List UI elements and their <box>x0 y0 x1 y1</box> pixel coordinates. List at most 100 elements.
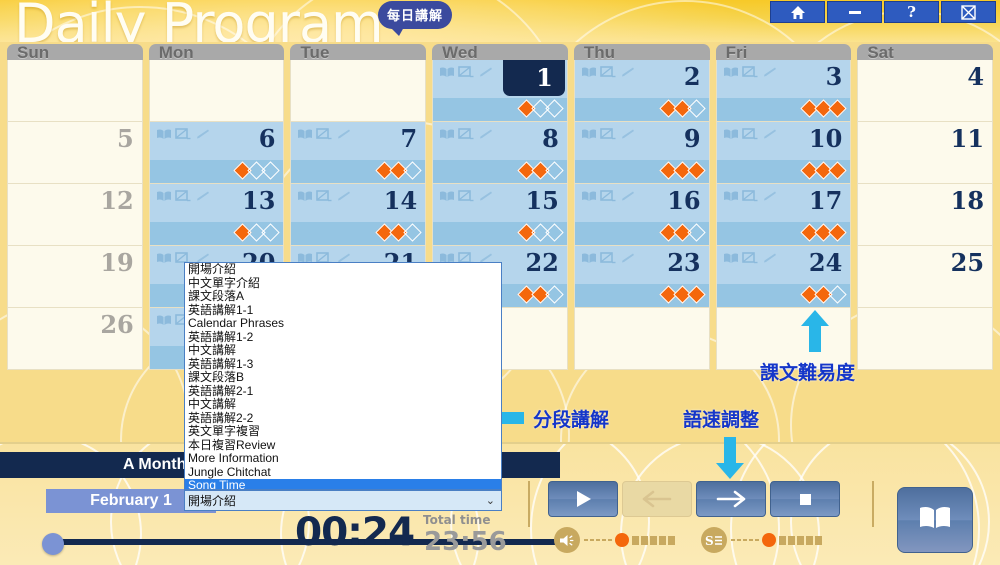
pencil-icon <box>477 66 493 78</box>
dropdown-item[interactable]: More Information <box>185 451 501 466</box>
volume-track[interactable] <box>584 533 675 547</box>
next-button[interactable] <box>696 481 766 517</box>
day-number: 22 <box>525 248 559 277</box>
day-content-icons <box>297 128 351 140</box>
day-number: 23 <box>667 248 701 277</box>
dropdown-item[interactable]: 中文講解 <box>185 397 501 412</box>
picture-icon <box>741 128 758 140</box>
annotation-difficulty: 課文難易度 <box>760 362 856 384</box>
calendar-header-sun: Sun <box>7 44 143 61</box>
difficulty-diamond <box>261 161 281 180</box>
calendar-day-empty <box>290 60 427 122</box>
calendar-day-6[interactable]: 6 <box>148 122 285 184</box>
calendar-day-headers: Sun Mon Tue Wed Thu Fri Sat <box>0 42 1000 61</box>
dropdown-item[interactable]: 英語講解2-1 <box>185 384 501 399</box>
previous-button[interactable] <box>622 481 692 517</box>
picture-icon <box>458 128 474 140</box>
segment-dropdown-combo[interactable]: 開場介紹 ⌄ <box>184 490 502 511</box>
help-button[interactable]: ? <box>884 1 939 23</box>
calendar-day-1[interactable]: 1 <box>432 60 568 122</box>
picture-icon <box>174 190 191 202</box>
calendar-day-8[interactable]: 8 <box>432 122 568 184</box>
calendar-day-24[interactable]: 24 <box>715 246 852 308</box>
dropdown-item[interactable]: 英語講解1-2 <box>185 330 501 345</box>
book-icon <box>156 190 172 202</box>
difficulty-diamond <box>545 99 564 118</box>
day-number: 14 <box>383 186 418 215</box>
pencil-icon <box>194 128 210 140</box>
minimize-button[interactable] <box>827 1 882 23</box>
day-content-icons <box>156 128 210 140</box>
dropdown-item[interactable]: 英語講解1-3 <box>185 357 501 372</box>
difficulty-indicator <box>800 285 848 304</box>
calendar-day-7[interactable]: 7 <box>290 122 427 184</box>
calendar-day-10[interactable]: 10 <box>715 122 852 184</box>
book-icon <box>439 190 455 202</box>
book-button[interactable] <box>897 487 973 553</box>
home-button[interactable] <box>770 1 825 23</box>
difficulty-diamond <box>686 99 706 118</box>
calendar-day-14[interactable]: 14 <box>290 184 427 246</box>
calendar-day-15[interactable]: 15 <box>432 184 568 246</box>
speed-slider[interactable]: S <box>701 527 822 553</box>
dropdown-item[interactable]: 本日複習Review <box>185 438 501 453</box>
picture-icon <box>600 190 616 202</box>
close-button[interactable] <box>941 1 996 23</box>
calendar-day-4: 4 <box>857 60 994 122</box>
seek-knob[interactable] <box>42 533 64 555</box>
difficulty-indicator <box>517 161 564 180</box>
selected-day-highlight <box>502 60 565 96</box>
day-content-icons <box>581 128 635 140</box>
day-number: 13 <box>242 186 276 215</box>
dropdown-item[interactable]: 課文段落B <box>185 370 501 385</box>
stop-button[interactable] <box>770 481 840 517</box>
day-content-icons <box>723 190 777 202</box>
difficulty-indicator <box>375 161 422 180</box>
day-content-icons <box>439 128 493 140</box>
difficulty-diamond <box>828 285 848 304</box>
calendar-day-17[interactable]: 17 <box>715 184 852 246</box>
arrow-right-icon <box>716 489 746 509</box>
difficulty-diamond <box>686 285 706 304</box>
calendar-day-13[interactable]: 13 <box>148 184 285 246</box>
speed-icon: S <box>701 527 727 553</box>
picture-icon <box>458 66 474 78</box>
segment-dropdown-list[interactable]: 開場介紹 中文單字介紹 課文段落A 英語講解1-1 Calendar Phrases 英語… <box>184 262 502 490</box>
play-button[interactable] <box>548 481 618 517</box>
picture-icon <box>600 66 616 78</box>
dropdown-item[interactable]: 中文單字介紹 <box>185 276 501 291</box>
calendar-day-2[interactable]: 2 <box>573 60 710 122</box>
book-icon <box>156 314 172 326</box>
book-icon <box>723 190 739 202</box>
picture-icon <box>174 128 191 140</box>
dropdown-item[interactable]: 英語講解2-2 <box>185 411 501 426</box>
dropdown-item[interactable]: 課文段落A <box>185 289 501 304</box>
picture-icon <box>316 128 332 140</box>
dropdown-item[interactable]: Song Time <box>185 478 501 489</box>
day-content-icons <box>581 252 635 264</box>
calendar-day-3[interactable]: 3 <box>715 60 852 122</box>
dropdown-item[interactable]: Calendar Phrases <box>185 316 501 331</box>
dropdown-item[interactable]: 英語講解1-1 <box>185 303 501 318</box>
difficulty-diamond <box>403 161 422 180</box>
difficulty-indicator <box>658 285 706 304</box>
dropdown-item[interactable]: Jungle Chitchat <box>185 465 501 480</box>
volume-knob[interactable] <box>615 533 629 547</box>
volume-slider[interactable] <box>554 527 675 553</box>
dropdown-item[interactable]: 英文單字複習 <box>185 424 501 439</box>
calendar-day-9[interactable]: 9 <box>573 122 710 184</box>
daily-lecture-badge: 每日講解 <box>378 1 453 36</box>
difficulty-indicator <box>658 161 706 180</box>
dropdown-item[interactable]: 開場介紹 <box>185 263 501 277</box>
speed-knob[interactable] <box>762 533 776 547</box>
difficulty-diamond <box>545 223 564 242</box>
speed-track[interactable] <box>731 533 822 547</box>
calendar-header-tue: Tue <box>290 44 427 61</box>
pencil-icon <box>335 190 351 202</box>
difficulty-indicator <box>233 223 281 242</box>
question-icon: ? <box>907 3 916 21</box>
calendar-day-16[interactable]: 16 <box>573 184 710 246</box>
dropdown-item[interactable]: 中文講解 <box>185 343 501 358</box>
calendar-day-23[interactable]: 23 <box>573 246 710 308</box>
day-number: 12 <box>100 186 134 215</box>
